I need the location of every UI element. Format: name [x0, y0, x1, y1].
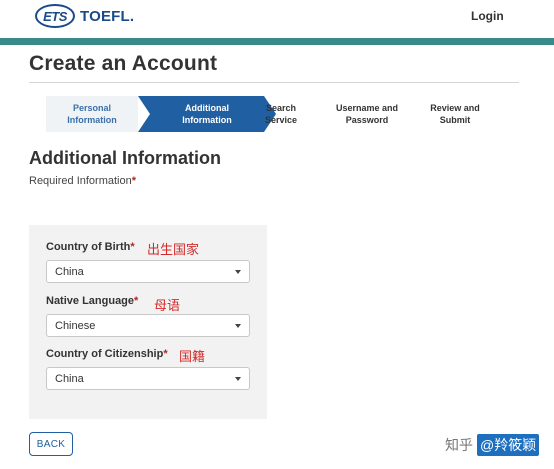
- login-link[interactable]: Login: [471, 9, 504, 23]
- required-note: Required Information*: [29, 175, 137, 187]
- dropdown-arrow-icon: [235, 324, 241, 328]
- page-title: Create an Account: [29, 52, 218, 75]
- step-personal-information[interactable]: Personal Information: [46, 96, 138, 132]
- title-divider: [29, 82, 519, 83]
- ets-toefl-logo[interactable]: ETS TOEFL.: [35, 4, 134, 28]
- step-review-submit: Review and Submit: [430, 103, 480, 125]
- section-title: Additional Information: [29, 148, 221, 168]
- back-button[interactable]: BACK: [29, 432, 73, 456]
- country-of-birth-value: China: [55, 265, 84, 278]
- country-of-birth-select[interactable]: China: [46, 260, 250, 283]
- native-language-label: Native Language*: [46, 295, 139, 307]
- country-of-citizenship-annotation: 国籍: [179, 349, 206, 364]
- native-language-select[interactable]: Chinese: [46, 314, 250, 337]
- country-of-birth-label: Country of Birth*: [46, 241, 135, 253]
- header-accent-bar: [0, 38, 554, 45]
- dropdown-arrow-icon: [235, 377, 241, 381]
- step-username-password: Username and Password: [335, 103, 399, 125]
- country-of-citizenship-label: Country of Citizenship*: [46, 348, 168, 360]
- progress-steps: Personal Information Additional Informatio…: [46, 96, 506, 132]
- step-search-service: Search Service: [264, 103, 298, 125]
- ets-logo-text: ETS: [43, 8, 67, 24]
- native-language-value: Chinese: [55, 319, 96, 332]
- required-star: *: [131, 175, 137, 187]
- ets-logo-mark: ETS: [35, 4, 75, 28]
- watermark-site: 知乎: [445, 437, 473, 453]
- country-of-citizenship-value: China: [55, 372, 84, 385]
- country-of-citizenship-select[interactable]: China: [46, 367, 250, 390]
- site-header: ETS TOEFL. Login: [0, 0, 554, 38]
- dropdown-arrow-icon: [235, 270, 241, 274]
- toefl-logo-text: TOEFL.: [80, 7, 135, 25]
- watermark: 知乎 @羚筱颖: [445, 434, 540, 456]
- native-language-annotation: 母语: [154, 298, 181, 313]
- watermark-user: @羚筱颖: [477, 434, 540, 456]
- country-of-birth-annotation: 出生国家: [147, 242, 200, 257]
